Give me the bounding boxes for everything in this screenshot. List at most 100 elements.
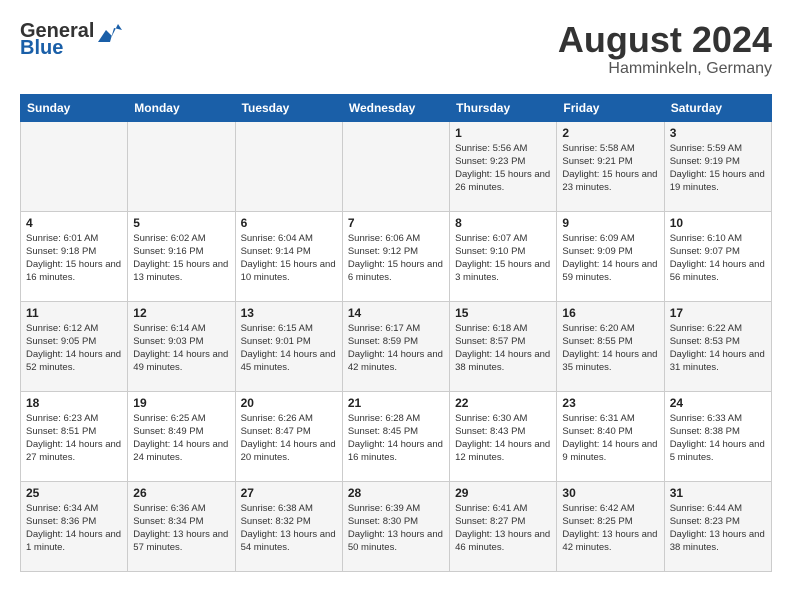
calendar-cell: 8 Sunrise: 6:07 AM Sunset: 9:10 PM Daylig… [450,211,557,301]
day-number: 27 [241,486,337,500]
day-content: Sunrise: 6:02 AM Sunset: 9:16 PM Dayligh… [133,232,229,285]
day-content: Sunrise: 6:14 AM Sunset: 9:03 PM Dayligh… [133,322,229,375]
calendar-header-row: SundayMondayTuesdayWednesdayThursdayFrid… [21,94,772,121]
calendar-cell: 24 Sunrise: 6:33 AM Sunset: 8:38 PM Dayli… [664,391,771,481]
day-content: Sunrise: 6:22 AM Sunset: 8:53 PM Dayligh… [670,322,766,375]
logo-blue-text: Blue [20,37,63,60]
calendar-week-row: 11 Sunrise: 6:12 AM Sunset: 9:05 PM Dayli… [21,301,772,391]
calendar-cell: 27Sunrise: 6:38 AM Sunset: 8:32 PM Dayli… [235,481,342,571]
day-number: 15 [455,306,551,320]
day-content: Sunrise: 6:18 AM Sunset: 8:57 PM Dayligh… [455,322,551,375]
day-content: Sunrise: 5:56 AM Sunset: 9:23 PM Dayligh… [455,142,551,195]
calendar-cell [235,121,342,211]
weekday-header-wednesday: Wednesday [342,94,449,121]
day-number: 4 [26,216,122,230]
day-content: Sunrise: 6:30 AM Sunset: 8:43 PM Dayligh… [455,412,551,465]
calendar-cell: 15 Sunrise: 6:18 AM Sunset: 8:57 PM Dayli… [450,301,557,391]
calendar-cell: 4 Sunrise: 6:01 AM Sunset: 9:18 PM Daylig… [21,211,128,301]
calendar-cell: 25 Sunrise: 6:34 AM Sunset: 8:36 PM Dayli… [21,481,128,571]
day-content: Sunrise: 6:06 AM Sunset: 9:12 PM Dayligh… [348,232,444,285]
day-number: 10 [670,216,766,230]
day-number: 21 [348,396,444,410]
calendar-cell: 28 Sunrise: 6:39 AM Sunset: 8:30 PM Dayli… [342,481,449,571]
page-header: General Blue August 2024 Hamminkeln, Ger… [20,20,772,78]
day-number: 18 [26,396,122,410]
calendar-week-row: 25 Sunrise: 6:34 AM Sunset: 8:36 PM Dayli… [21,481,772,571]
calendar-cell: 9 Sunrise: 6:09 AM Sunset: 9:09 PM Daylig… [557,211,664,301]
weekday-header-tuesday: Tuesday [235,94,342,121]
calendar-cell: 7 Sunrise: 6:06 AM Sunset: 9:12 PM Daylig… [342,211,449,301]
calendar-subtitle: Hamminkeln, Germany [558,60,772,78]
day-number: 31 [670,486,766,500]
day-number: 6 [241,216,337,230]
day-content: Sunrise: 6:28 AM Sunset: 8:45 PM Dayligh… [348,412,444,465]
logo: General Blue [20,20,122,60]
day-content: Sunrise: 6:25 AM Sunset: 8:49 PM Dayligh… [133,412,229,465]
calendar-cell: 29 Sunrise: 6:41 AM Sunset: 8:27 PM Dayli… [450,481,557,571]
calendar-cell: 13Sunrise: 6:15 AM Sunset: 9:01 PM Dayli… [235,301,342,391]
day-number: 25 [26,486,122,500]
day-content: Sunrise: 6:31 AM Sunset: 8:40 PM Dayligh… [562,412,658,465]
calendar-cell: 22 Sunrise: 6:30 AM Sunset: 8:43 PM Dayli… [450,391,557,481]
calendar-cell: 31 Sunrise: 6:44 AM Sunset: 8:23 PM Dayli… [664,481,771,571]
calendar-cell: 14Sunrise: 6:17 AM Sunset: 8:59 PM Dayli… [342,301,449,391]
day-number: 12 [133,306,229,320]
day-content: Sunrise: 6:12 AM Sunset: 9:05 PM Dayligh… [26,322,122,375]
day-number: 23 [562,396,658,410]
calendar-table: SundayMondayTuesdayWednesdayThursdayFrid… [20,94,772,572]
weekday-header-friday: Friday [557,94,664,121]
calendar-cell: 10 Sunrise: 6:10 AM Sunset: 9:07 PM Dayli… [664,211,771,301]
day-content: Sunrise: 6:41 AM Sunset: 8:27 PM Dayligh… [455,502,551,555]
day-number: 8 [455,216,551,230]
day-number: 28 [348,486,444,500]
day-number: 11 [26,306,122,320]
day-content: Sunrise: 6:26 AM Sunset: 8:47 PM Dayligh… [241,412,337,465]
weekday-header-saturday: Saturday [664,94,771,121]
calendar-cell: 21 Sunrise: 6:28 AM Sunset: 8:45 PM Dayli… [342,391,449,481]
weekday-header-thursday: Thursday [450,94,557,121]
day-content: Sunrise: 6:17 AM Sunset: 8:59 PM Dayligh… [348,322,444,375]
day-number: 9 [562,216,658,230]
calendar-cell: 19Sunrise: 6:25 AM Sunset: 8:49 PM Dayli… [128,391,235,481]
calendar-cell: 5 Sunrise: 6:02 AM Sunset: 9:16 PM Daylig… [128,211,235,301]
day-number: 2 [562,126,658,140]
calendar-cell [21,121,128,211]
day-content: Sunrise: 5:59 AM Sunset: 9:19 PM Dayligh… [670,142,766,195]
calendar-cell: 6 Sunrise: 6:04 AM Sunset: 9:14 PM Daylig… [235,211,342,301]
day-number: 13 [241,306,337,320]
day-number: 1 [455,126,551,140]
title-block: August 2024 Hamminkeln, Germany [558,20,772,78]
calendar-cell: 1 Sunrise: 5:56 AM Sunset: 9:23 PM Daylig… [450,121,557,211]
calendar-cell: 23 Sunrise: 6:31 AM Sunset: 8:40 PM Dayli… [557,391,664,481]
day-content: Sunrise: 6:07 AM Sunset: 9:10 PM Dayligh… [455,232,551,285]
calendar-cell: 20 Sunrise: 6:26 AM Sunset: 8:47 PM Dayli… [235,391,342,481]
calendar-cell: 17 Sunrise: 6:22 AM Sunset: 8:53 PM Dayli… [664,301,771,391]
day-content: Sunrise: 6:10 AM Sunset: 9:07 PM Dayligh… [670,232,766,285]
day-number: 24 [670,396,766,410]
day-number: 17 [670,306,766,320]
day-number: 7 [348,216,444,230]
calendar-cell: 26Sunrise: 6:36 AM Sunset: 8:34 PM Dayli… [128,481,235,571]
day-number: 30 [562,486,658,500]
day-content: Sunrise: 6:01 AM Sunset: 9:18 PM Dayligh… [26,232,122,285]
calendar-cell: 16Sunrise: 6:20 AM Sunset: 8:55 PM Dayli… [557,301,664,391]
day-content: Sunrise: 6:44 AM Sunset: 8:23 PM Dayligh… [670,502,766,555]
calendar-cell: 2 Sunrise: 5:58 AM Sunset: 9:21 PM Daylig… [557,121,664,211]
day-number: 22 [455,396,551,410]
calendar-cell: 30 Sunrise: 6:42 AM Sunset: 8:25 PM Dayli… [557,481,664,571]
day-content: Sunrise: 6:33 AM Sunset: 8:38 PM Dayligh… [670,412,766,465]
day-content: Sunrise: 6:23 AM Sunset: 8:51 PM Dayligh… [26,412,122,465]
day-content: Sunrise: 6:39 AM Sunset: 8:30 PM Dayligh… [348,502,444,555]
day-content: Sunrise: 6:20 AM Sunset: 8:55 PM Dayligh… [562,322,658,375]
day-content: Sunrise: 6:04 AM Sunset: 9:14 PM Dayligh… [241,232,337,285]
day-number: 20 [241,396,337,410]
day-number: 5 [133,216,229,230]
day-number: 29 [455,486,551,500]
day-content: Sunrise: 5:58 AM Sunset: 9:21 PM Dayligh… [562,142,658,195]
day-content: Sunrise: 6:34 AM Sunset: 8:36 PM Dayligh… [26,502,122,555]
day-content: Sunrise: 6:42 AM Sunset: 8:25 PM Dayligh… [562,502,658,555]
day-content: Sunrise: 6:09 AM Sunset: 9:09 PM Dayligh… [562,232,658,285]
calendar-cell: 18 Sunrise: 6:23 AM Sunset: 8:51 PM Dayli… [21,391,128,481]
calendar-week-row: 4 Sunrise: 6:01 AM Sunset: 9:18 PM Daylig… [21,211,772,301]
calendar-cell [342,121,449,211]
